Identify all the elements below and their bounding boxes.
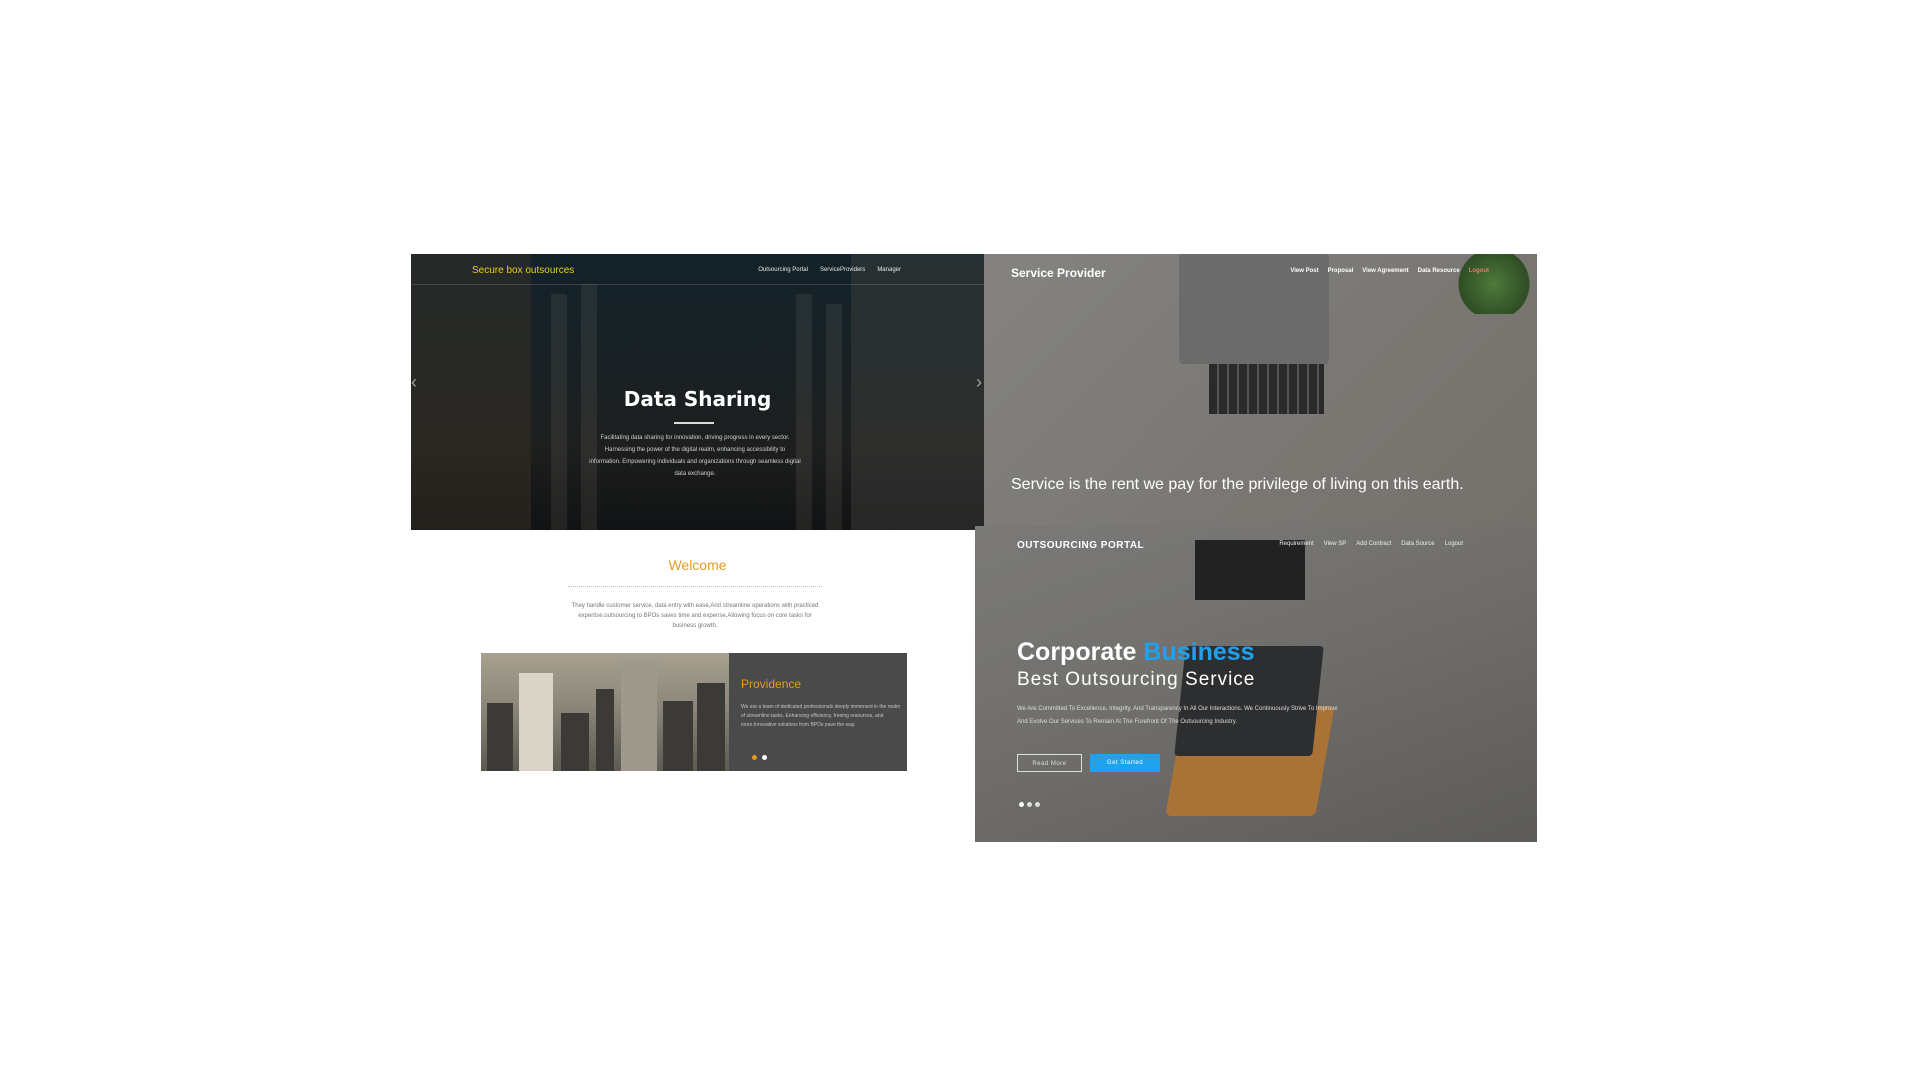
- tower: [561, 713, 589, 771]
- main-nav: View Post Proposal View Agreement Data R…: [1290, 268, 1489, 274]
- brand-logo[interactable]: Service Provider: [1011, 266, 1106, 280]
- hero-headline: Corporate Business: [1017, 638, 1255, 667]
- outsourcing-portal-panel: OUTSOURCING PORTAL Requirement View SP A…: [975, 526, 1537, 842]
- nav-data-source[interactable]: Data Source: [1401, 541, 1434, 547]
- headline-part1: Corporate: [1017, 638, 1137, 666]
- welcome-description: They handle customer service, data entry…: [571, 603, 819, 629]
- welcome-title: Welcome: [668, 557, 727, 573]
- tower: [663, 701, 693, 771]
- nav-logout[interactable]: Logout: [1469, 268, 1489, 274]
- column: [551, 294, 567, 530]
- nav-manager[interactable]: Manager: [877, 267, 901, 273]
- carousel-dot[interactable]: [1035, 802, 1040, 807]
- secure-box-hero-panel: Secure box outsources Outsourcing Portal…: [411, 254, 984, 530]
- headline-accent: Business: [1143, 638, 1255, 666]
- hero-quote: Service is the rent we pay for the privi…: [1011, 476, 1464, 493]
- providence-card: Providence We are a team of dedicated pr…: [481, 653, 907, 771]
- column: [796, 294, 812, 530]
- nav-add-contract[interactable]: Add Contract: [1356, 541, 1391, 547]
- tower: [697, 683, 725, 771]
- nav-divider: [411, 284, 984, 285]
- column: [826, 304, 842, 530]
- card-description: We are a team of dedicated professionals…: [741, 704, 901, 728]
- welcome-divider: [568, 586, 822, 588]
- carousel-dot[interactable]: [762, 755, 767, 760]
- read-more-button[interactable]: Read More: [1017, 754, 1082, 772]
- main-nav: Requirement View SP Add Contract Data So…: [1279, 541, 1463, 547]
- get-started-button[interactable]: Get Started: [1090, 754, 1160, 772]
- hero-subheadline: Best Outsourcing Service: [1017, 669, 1256, 690]
- service-provider-panel: Service Provider View Post Proposal View…: [984, 254, 1537, 526]
- title-underline: [674, 422, 714, 424]
- keyboard-image: [1209, 364, 1324, 414]
- tower: [519, 673, 553, 771]
- brand-logo[interactable]: Secure box outsources: [472, 265, 574, 276]
- nav-view-post[interactable]: View Post: [1290, 268, 1318, 274]
- tower: [487, 703, 513, 771]
- tower: [621, 661, 657, 771]
- hero-title: Data Sharing: [623, 387, 772, 411]
- nav-view-agreement[interactable]: View Agreement: [1362, 268, 1408, 274]
- brand-logo[interactable]: OUTSOURCING PORTAL: [1017, 540, 1144, 551]
- nav-outsourcing-portal[interactable]: Outsourcing Portal: [758, 267, 808, 273]
- carousel-dot[interactable]: [1027, 802, 1032, 807]
- nav-requirement[interactable]: Requirement: [1279, 541, 1313, 547]
- tower: [596, 689, 614, 771]
- nav-view-sp[interactable]: View SP: [1324, 541, 1347, 547]
- city-skyline-image: [481, 653, 729, 771]
- hero-description: Facilitating data sharing for innovation…: [589, 435, 801, 477]
- tv-image: [1195, 540, 1305, 600]
- main-nav: Outsourcing Portal ServiceProviders Mana…: [758, 267, 901, 273]
- nav-data-resource[interactable]: Data Resource: [1418, 268, 1460, 274]
- plant-image: [1454, 254, 1534, 314]
- nav-proposal[interactable]: Proposal: [1328, 268, 1354, 274]
- carousel-dot-active[interactable]: [752, 755, 757, 760]
- hero-description: We Are Committed To Excellence, Integrit…: [1017, 706, 1338, 725]
- nav-logout[interactable]: Logout: [1445, 541, 1463, 547]
- nav-service-providers[interactable]: ServiceProviders: [820, 267, 865, 273]
- carousel-dot-active[interactable]: [1019, 802, 1024, 807]
- card-title: Providence: [741, 677, 802, 691]
